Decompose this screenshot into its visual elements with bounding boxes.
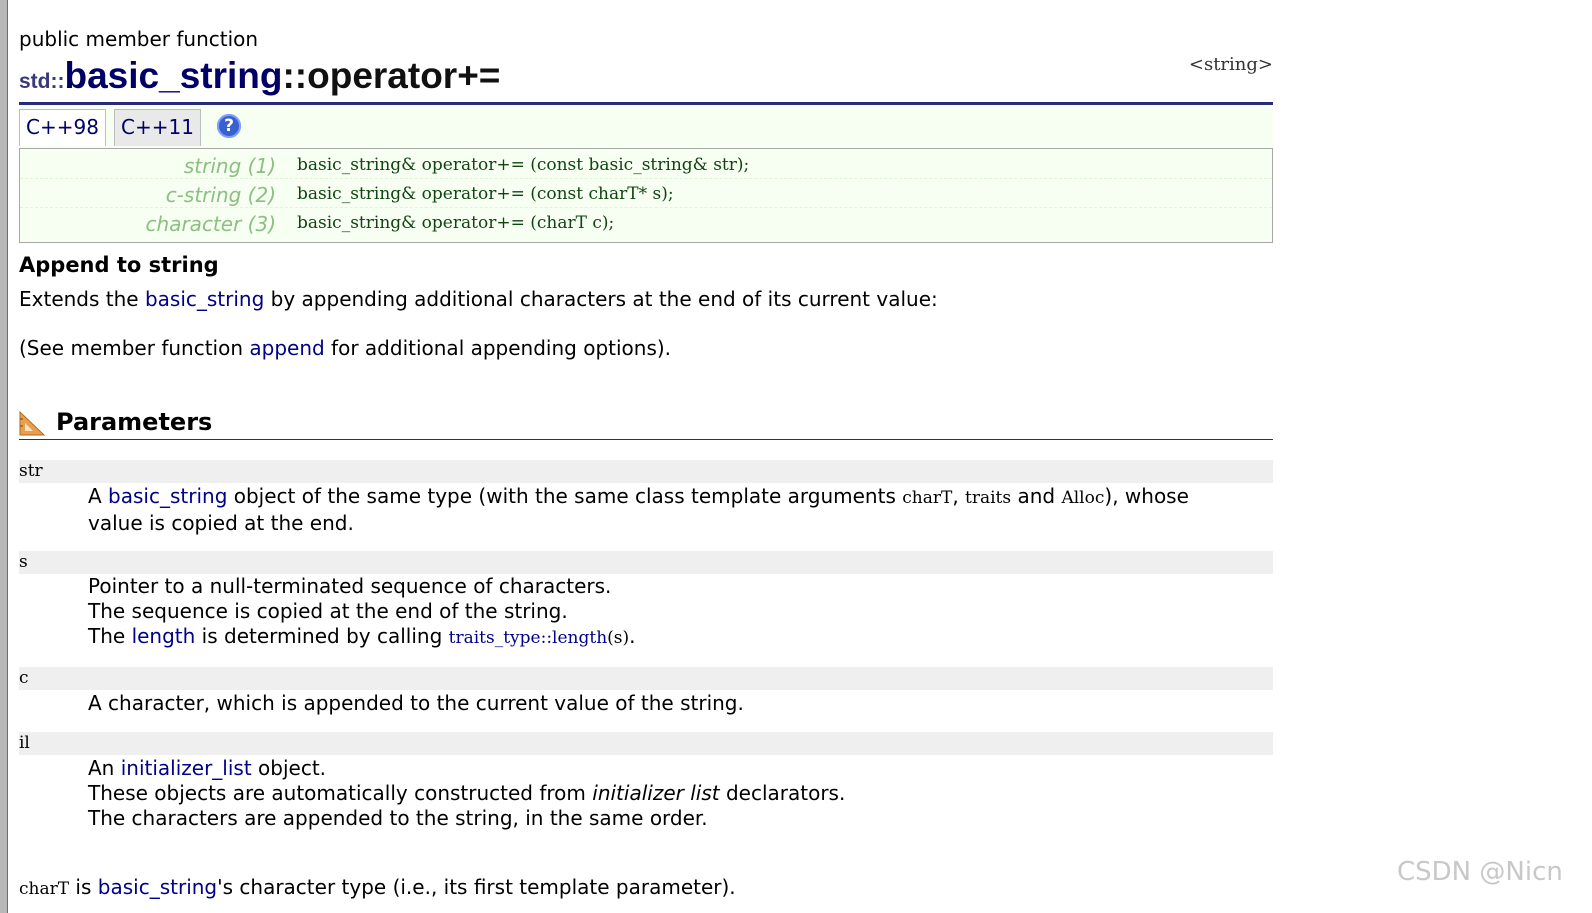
param-desc-line: The length is determined by calling trai…: [88, 624, 636, 651]
param-name-str: str: [19, 460, 1273, 483]
declaration-label: character (3): [145, 212, 276, 236]
text: Extends the: [19, 287, 145, 311]
declaration-label: c-string (2): [165, 183, 276, 207]
param-desc-line: A basic_string object of the same type (…: [88, 484, 1189, 511]
declarations-box: string (1) basic_string& operator+= (con…: [19, 148, 1273, 243]
param-desc-c: A character, which is appended to the cu…: [88, 691, 744, 716]
emphasis: initializer list: [592, 781, 720, 805]
param-name-il: il: [19, 732, 1273, 755]
code-charT: charT: [902, 488, 953, 508]
declaration-label: string (1): [183, 154, 276, 178]
text: ), whose: [1104, 484, 1189, 508]
text: (See member function: [19, 336, 250, 360]
text: is: [69, 875, 98, 899]
title-namespace: std::: [19, 70, 65, 93]
param-desc-il: An initializer_list object. These object…: [88, 756, 845, 831]
text: 's character type (i.e., its first templ…: [217, 875, 736, 899]
initializer-list-link[interactable]: initializer_list: [121, 756, 252, 780]
text: and: [1011, 484, 1062, 508]
left-gutter-bar: [0, 0, 8, 913]
declaration-row: string (1) basic_string& operator+= (con…: [20, 150, 1272, 179]
code-alloc: Alloc: [1061, 488, 1105, 508]
basic-string-link[interactable]: basic_string: [108, 484, 227, 508]
param-desc-line: value is copied at the end.: [88, 511, 354, 535]
code-charT: charT: [19, 879, 70, 899]
declaration-row: character (3) basic_string& operator+= (…: [20, 208, 1272, 236]
param-desc-line: Pointer to a null-terminated sequence of…: [88, 574, 612, 598]
param-desc-line: The sequence is copied at the end of the…: [88, 599, 568, 623]
tab-cpp11[interactable]: C++11: [114, 109, 201, 146]
length-link[interactable]: length: [132, 624, 196, 648]
param-desc-line: The characters are appended to the strin…: [88, 806, 708, 830]
traits-length-link[interactable]: traits_type::length: [449, 628, 608, 648]
text: The: [88, 624, 132, 648]
parameters-section-header: Parameters: [19, 405, 1273, 440]
text: A: [88, 484, 109, 508]
text: object.: [251, 756, 327, 780]
parameters-heading: Parameters: [56, 408, 213, 436]
text: declarators.: [719, 781, 846, 805]
param-desc-line: These objects are automatically construc…: [88, 781, 845, 806]
declaration-code: basic_string& operator+= (const basic_st…: [297, 155, 750, 175]
page-title: std::basic_string::operator+=: [19, 55, 500, 97]
title-class-link[interactable]: basic_string: [65, 55, 283, 96]
tab-cpp98[interactable]: C++98: [19, 109, 106, 146]
text: by appending additional characters at th…: [264, 287, 938, 311]
param-desc-str: A basic_string object of the same type (…: [88, 484, 1189, 536]
text: for additional appending options).: [324, 336, 672, 360]
code-arg: (s): [607, 628, 630, 648]
text: is determined by calling: [195, 624, 449, 648]
member-kind-label: public member function: [19, 27, 259, 51]
help-icon[interactable]: ?: [217, 114, 241, 138]
text: These objects are automatically construc…: [88, 781, 593, 805]
param-desc-s: Pointer to a null-terminated sequence of…: [88, 574, 636, 651]
param-name-c: c: [19, 667, 1273, 690]
title-operator: ::operator+=: [282, 55, 501, 96]
param-desc-line: A character, which is appended to the cu…: [88, 691, 744, 715]
param-desc-line: An initializer_list object.: [88, 756, 845, 781]
version-tab-bar: [19, 105, 1273, 148]
text: ,: [952, 484, 966, 508]
header-file-link[interactable]: <string>: [1189, 54, 1273, 75]
declaration-code: basic_string& operator+= (const charT* s…: [297, 184, 674, 204]
summary-heading: Append to string: [19, 253, 219, 277]
text: object of the same type (with the same c…: [227, 484, 903, 508]
set-square-icon: [19, 410, 45, 436]
declaration-code: basic_string& operator+= (charT c);: [297, 213, 615, 233]
param-name-s: s: [19, 551, 1273, 574]
text: .: [629, 624, 636, 648]
see-also-paragraph: (See member function append for addition…: [19, 336, 671, 360]
code-traits: traits: [965, 488, 1012, 508]
declaration-row: c-string (2) basic_string& operator+= (c…: [20, 179, 1272, 208]
text: An: [88, 756, 121, 780]
watermark: CSDN @Nicn: [1397, 857, 1563, 887]
chart-type-note: charT is basic_string's character type (…: [19, 875, 736, 899]
summary-paragraph: Extends the basic_string by appending ad…: [19, 287, 938, 311]
basic-string-link[interactable]: basic_string: [145, 287, 264, 311]
append-link[interactable]: append: [249, 336, 324, 360]
basic-string-link[interactable]: basic_string: [98, 875, 217, 899]
